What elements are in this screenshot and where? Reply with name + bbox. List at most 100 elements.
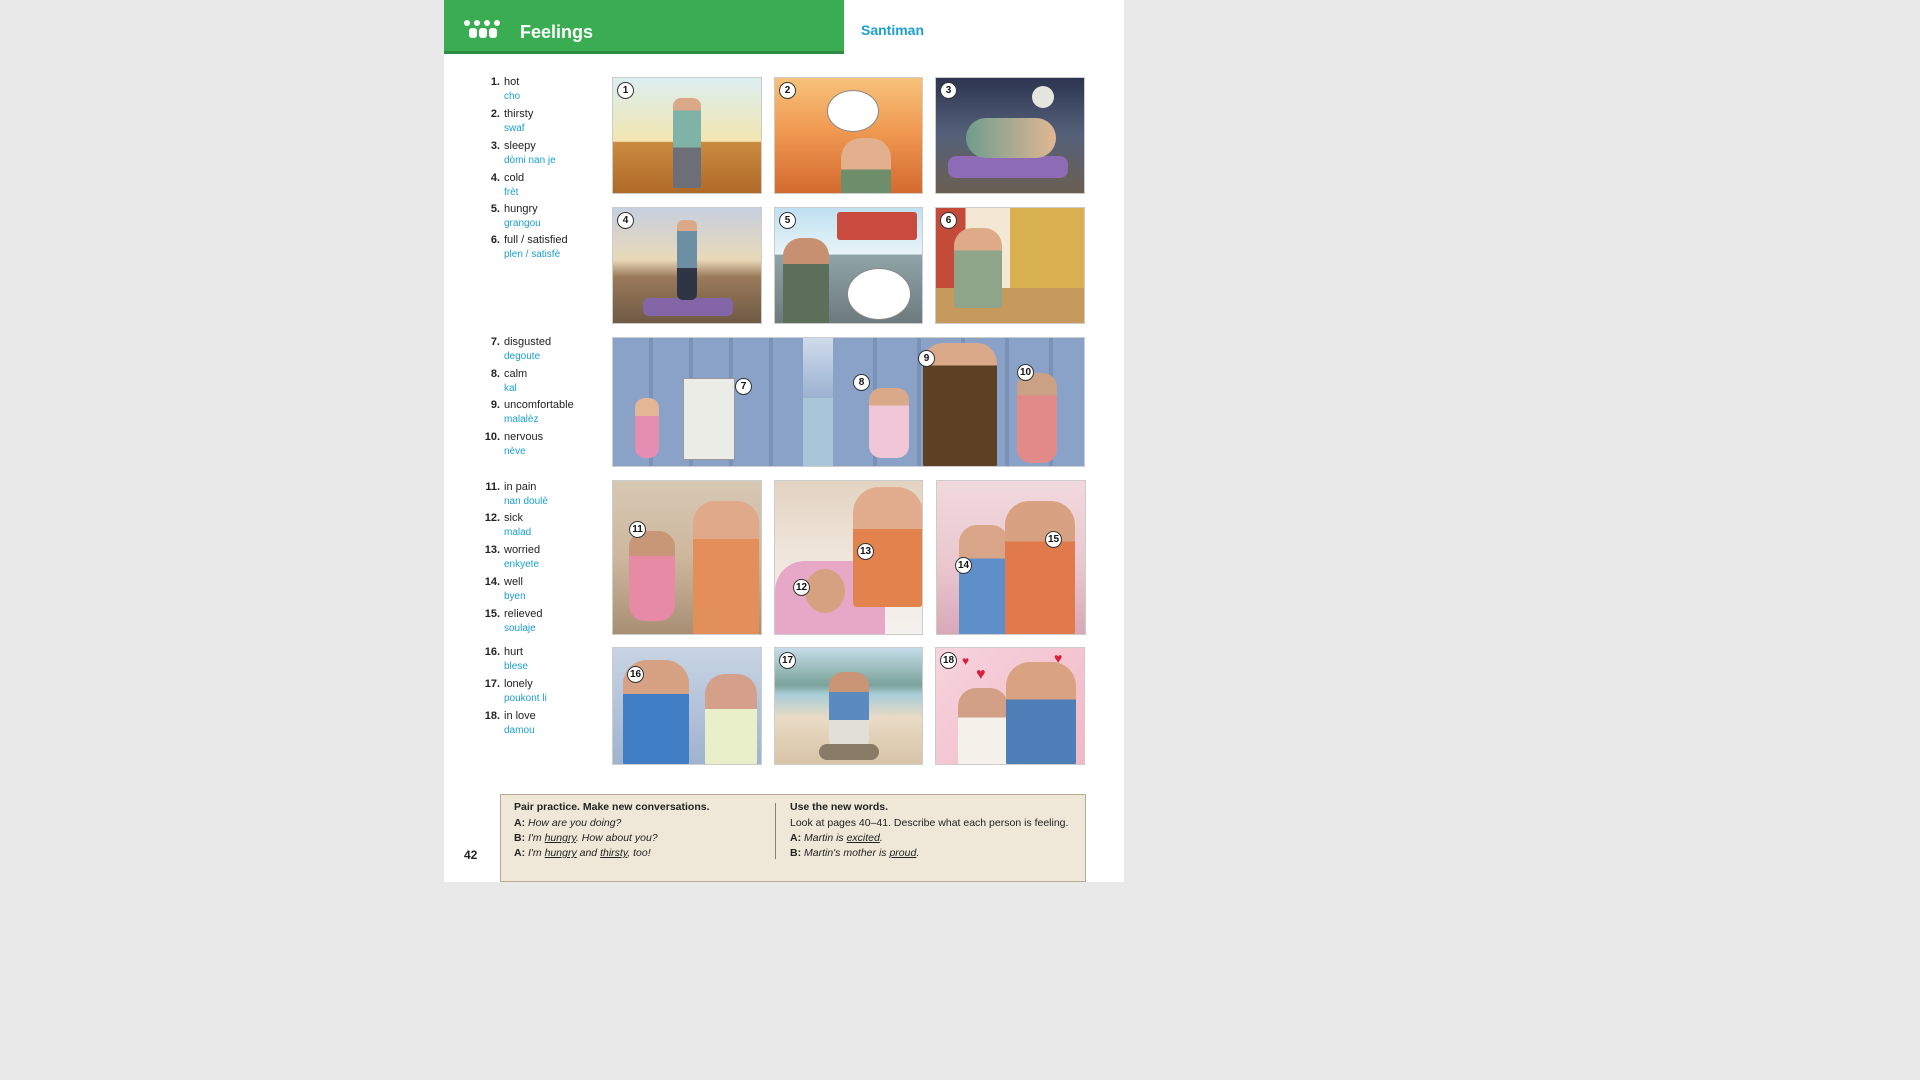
underlined-word: proud	[889, 847, 917, 859]
vocab-number: 10.	[484, 431, 500, 443]
woman-reading	[869, 388, 909, 458]
man-figure	[677, 220, 697, 300]
newspaper	[683, 378, 735, 460]
vocab-creole: nan doulè	[504, 496, 548, 507]
illustration-cold: 4	[612, 207, 762, 324]
vocab-creole: soulaje	[504, 623, 536, 634]
vocab-creole: plen / satisfè	[504, 249, 561, 260]
sleeping-bag	[948, 156, 1068, 178]
vocab-english: sleepy	[504, 140, 536, 152]
illustration-thirsty: 2	[774, 77, 923, 194]
illustration-airplane: 7 8 9 10	[612, 337, 1085, 467]
underlined-word: excited	[846, 832, 880, 844]
number-badge: 13	[857, 543, 874, 560]
vocab-creole: swaf	[504, 123, 525, 134]
log	[819, 744, 879, 760]
dialogue-line: A: How are you doing?	[514, 817, 769, 829]
vocab-english: sick	[504, 512, 523, 524]
vocab-english: hurt	[504, 646, 523, 658]
underlined-word: hungry	[544, 847, 577, 859]
man-figure	[954, 228, 1002, 308]
number-badge: 8	[853, 374, 870, 391]
vocab-creole: kal	[504, 383, 517, 394]
dialogue-line: A: I'm hungry and thirsty, too!	[514, 847, 769, 859]
new-words-intro: Look at pages 40–41. Describe what each …	[790, 817, 1069, 829]
dialogue-text: Martin's mother is	[804, 847, 890, 859]
vocab-english: thirsty	[504, 108, 534, 120]
illustration-in-pain: 11	[612, 480, 762, 635]
dialogue-text: Martin is	[804, 832, 847, 844]
number-badge: 15	[1045, 531, 1062, 548]
vocab-english: hungry	[504, 203, 538, 215]
dialogue-line: B: Martin's mother is proud.	[790, 847, 1080, 859]
dialogue-text: . How about you?	[575, 832, 658, 844]
speaker-label: A:	[514, 847, 526, 859]
number-badge: 4	[617, 212, 634, 229]
illustration-hot: 1	[612, 77, 762, 194]
man-figure	[829, 672, 869, 752]
man-figure	[966, 118, 1056, 158]
number-badge: 2	[779, 82, 796, 99]
underlined-word: hungry	[544, 832, 576, 844]
illustration-sleepy: 3	[935, 77, 1085, 194]
new-words-dialogue: A: Martin is excited. B: Martin's mother is…	[790, 832, 1080, 859]
illustration-well-relieved: 14 15	[936, 480, 1086, 635]
underlined-word: thirsty	[600, 847, 628, 859]
column-divider	[775, 803, 776, 859]
mother-figure	[693, 501, 759, 634]
number-badge: 11	[629, 521, 646, 538]
vocab-english: cold	[504, 172, 525, 184]
number-badge: 17	[779, 652, 796, 669]
vocab-number: 14.	[484, 576, 500, 588]
vocab-number: 12.	[484, 512, 500, 524]
man-figure	[673, 98, 701, 188]
vocab-creole: enkyete	[504, 559, 540, 570]
dialogue-text: .	[916, 847, 920, 859]
vocab-english: disgusted	[504, 336, 552, 348]
new-words-column: Use the new words. Look at pages 40–41. …	[790, 801, 1080, 862]
vocab-english: worried	[504, 544, 541, 556]
vocab-creole: blese	[504, 661, 528, 672]
sick-girl-face	[805, 569, 845, 613]
pair-practice-dialogue: A: How are you doing? B: I'm hungry. How ab…	[514, 817, 769, 859]
vocab-creole: degoute	[504, 351, 541, 362]
vocab-english: calm	[504, 368, 528, 380]
illustration-hurt: 16	[612, 647, 762, 765]
illustration-lonely: 17	[774, 647, 923, 765]
number-badge: 9	[918, 350, 935, 367]
man-figure	[783, 238, 829, 323]
thought-bubble	[827, 90, 879, 132]
vocab-number: 2.	[490, 108, 500, 120]
mother-figure	[1005, 501, 1075, 634]
number-badge: 18	[940, 652, 957, 669]
vocab-number: 9.	[490, 399, 500, 411]
speaker-label: A:	[790, 832, 802, 844]
speaker-label: B:	[514, 832, 526, 844]
girl-figure	[635, 398, 659, 458]
number-badge: 5	[779, 212, 796, 229]
number-badge: 1	[617, 82, 634, 99]
dialogue-line: B: I'm hungry. How about you?	[514, 832, 769, 844]
heart-icon: ♥	[1054, 650, 1063, 666]
heart-icon: ♥	[962, 654, 970, 668]
dialogue-text: and	[576, 847, 601, 859]
vocab-number: 11.	[485, 481, 500, 493]
number-badge: 3	[940, 82, 957, 99]
number-badge: 10	[1017, 364, 1034, 381]
pair-practice-column: Pair practice. Make new conversations. A…	[514, 801, 769, 862]
vocab-english: full / satisfied	[504, 234, 568, 246]
illustration-hungry: 5	[774, 207, 923, 324]
sleeping-bag	[643, 298, 733, 316]
vocab-number: 4.	[490, 172, 500, 184]
speaker-label: B:	[790, 847, 802, 859]
people-icon	[464, 20, 500, 46]
dialogue-text: I'm	[528, 847, 545, 859]
vocab-english: in pain	[504, 481, 537, 493]
girl-figure	[629, 531, 675, 621]
vocab-creole: malalèz	[504, 414, 539, 425]
vocab-english: lonely	[504, 678, 533, 690]
dialogue-text: , too!	[627, 847, 651, 859]
vocab-english: uncomfortable	[504, 399, 574, 411]
moon	[1032, 86, 1054, 108]
heart-icon: ♥	[976, 666, 986, 683]
